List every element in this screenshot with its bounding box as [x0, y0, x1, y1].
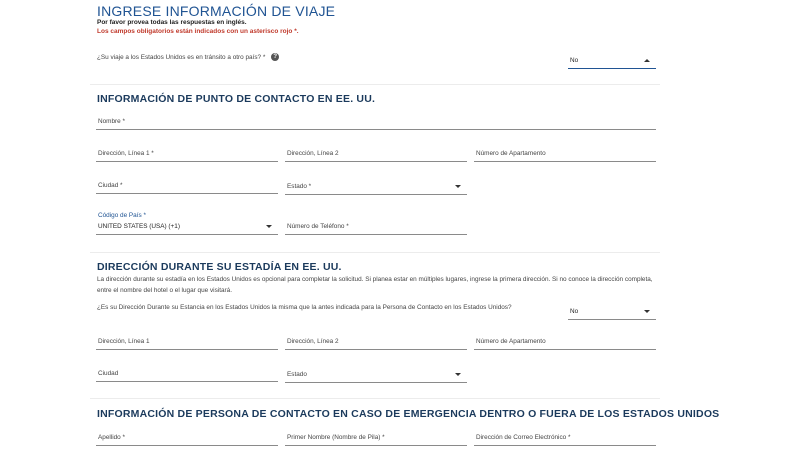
question-circle-icon[interactable]: ? [271, 53, 280, 62]
transit-question-label: ¿Su viaje a los Estados Unidos es en trá… [97, 54, 266, 61]
emergency-section-title: INFORMACIÓN DE PERSONA DE CONTACTO EN CA… [97, 408, 720, 420]
stay-section-title: DIRECCIÓN DURANTE SU ESTADÍA EN EE. UU. [97, 261, 342, 273]
stay-description-line1: La dirección durante su estadía en los E… [97, 276, 653, 283]
stay-state-select[interactable]: Estado [285, 363, 467, 383]
contact-section-title: INFORMACIÓN DE PUNTO DE CONTACTO EN EE. … [97, 93, 376, 105]
stay-address2-field[interactable]: Dirección, Línea 2 [285, 330, 467, 350]
emergency-first-name-label: Primer Nombre (Nombre de Pila) * [287, 434, 385, 441]
stay-city-field[interactable]: Ciudad [96, 362, 278, 382]
same-address-value: No [570, 308, 579, 315]
contact-apt-field[interactable]: Número de Apartamento [474, 142, 656, 162]
stay-address1-label: Dirección, Línea 1 [98, 338, 150, 345]
transit-question-row: ¿Su viaje a los Estados Unidos es en trá… [97, 52, 280, 63]
contact-city-label: Ciudad * [98, 182, 123, 189]
stay-city-label: Ciudad [98, 370, 119, 377]
contact-address1-field[interactable]: Dirección, Línea 1 * [96, 142, 278, 162]
section-divider [90, 84, 660, 85]
same-address-select[interactable]: No [568, 300, 656, 320]
country-code-value: UNITED STATES (USA) (+1) [98, 223, 180, 230]
section-divider [90, 252, 660, 253]
stay-address2-label: Dirección, Línea 2 [287, 338, 339, 345]
emergency-first-name-field[interactable]: Primer Nombre (Nombre de Pila) * [285, 426, 467, 446]
contact-state-label: Estado * [287, 183, 312, 190]
emergency-surname-field[interactable]: Apellido * [96, 426, 278, 446]
emergency-email-label: Dirección de Correo Electrónico * [476, 434, 571, 441]
transit-select-value: No [570, 57, 579, 64]
required-fields-note: Los campos obligatorios están indicados … [97, 28, 299, 35]
stay-apt-field[interactable]: Número de Apartamento [474, 330, 656, 350]
same-address-question: ¿Es su Dirección Durante su Estancia en … [97, 304, 512, 311]
english-note: Por favor provea todas las respuestas en… [97, 19, 247, 26]
section-divider [90, 398, 660, 399]
country-code-select[interactable]: UNITED STATES (USA) (+1) [96, 215, 278, 235]
chevron-down-icon [455, 185, 461, 188]
contact-address2-field[interactable]: Dirección, Línea 2 [285, 142, 467, 162]
chevron-up-icon [644, 59, 650, 62]
contact-state-select[interactable]: Estado * [285, 175, 467, 195]
chevron-down-icon [644, 310, 650, 313]
transit-select[interactable]: No [568, 49, 656, 69]
stay-description: La dirección durante su estadía en los E… [97, 274, 667, 296]
contact-name-field[interactable]: Nombre * [96, 110, 656, 130]
emergency-surname-label: Apellido * [98, 434, 126, 441]
stay-description-line2: entre el nombre del hotel o el lugar que… [97, 287, 232, 294]
chevron-down-icon [455, 373, 461, 376]
contact-address2-label: Dirección, Línea 2 [287, 150, 339, 157]
stay-state-label: Estado [287, 371, 307, 378]
contact-address1-label: Dirección, Línea 1 * [98, 150, 154, 157]
page-title: INGRESE INFORMACIÓN DE VIAJE [97, 3, 336, 19]
chevron-down-icon [266, 225, 272, 228]
contact-city-field[interactable]: Ciudad * [96, 174, 278, 194]
stay-address1-field[interactable]: Dirección, Línea 1 [96, 330, 278, 350]
emergency-email-field[interactable]: Dirección de Correo Electrónico * [474, 426, 656, 446]
stay-apt-label: Número de Apartamento [476, 338, 546, 345]
contact-name-label: Nombre * [98, 118, 125, 125]
contact-phone-label: Número de Teléfono * [287, 223, 349, 230]
contact-phone-field[interactable]: Número de Teléfono * [285, 215, 467, 235]
contact-apt-label: Número de Apartamento [476, 150, 546, 157]
